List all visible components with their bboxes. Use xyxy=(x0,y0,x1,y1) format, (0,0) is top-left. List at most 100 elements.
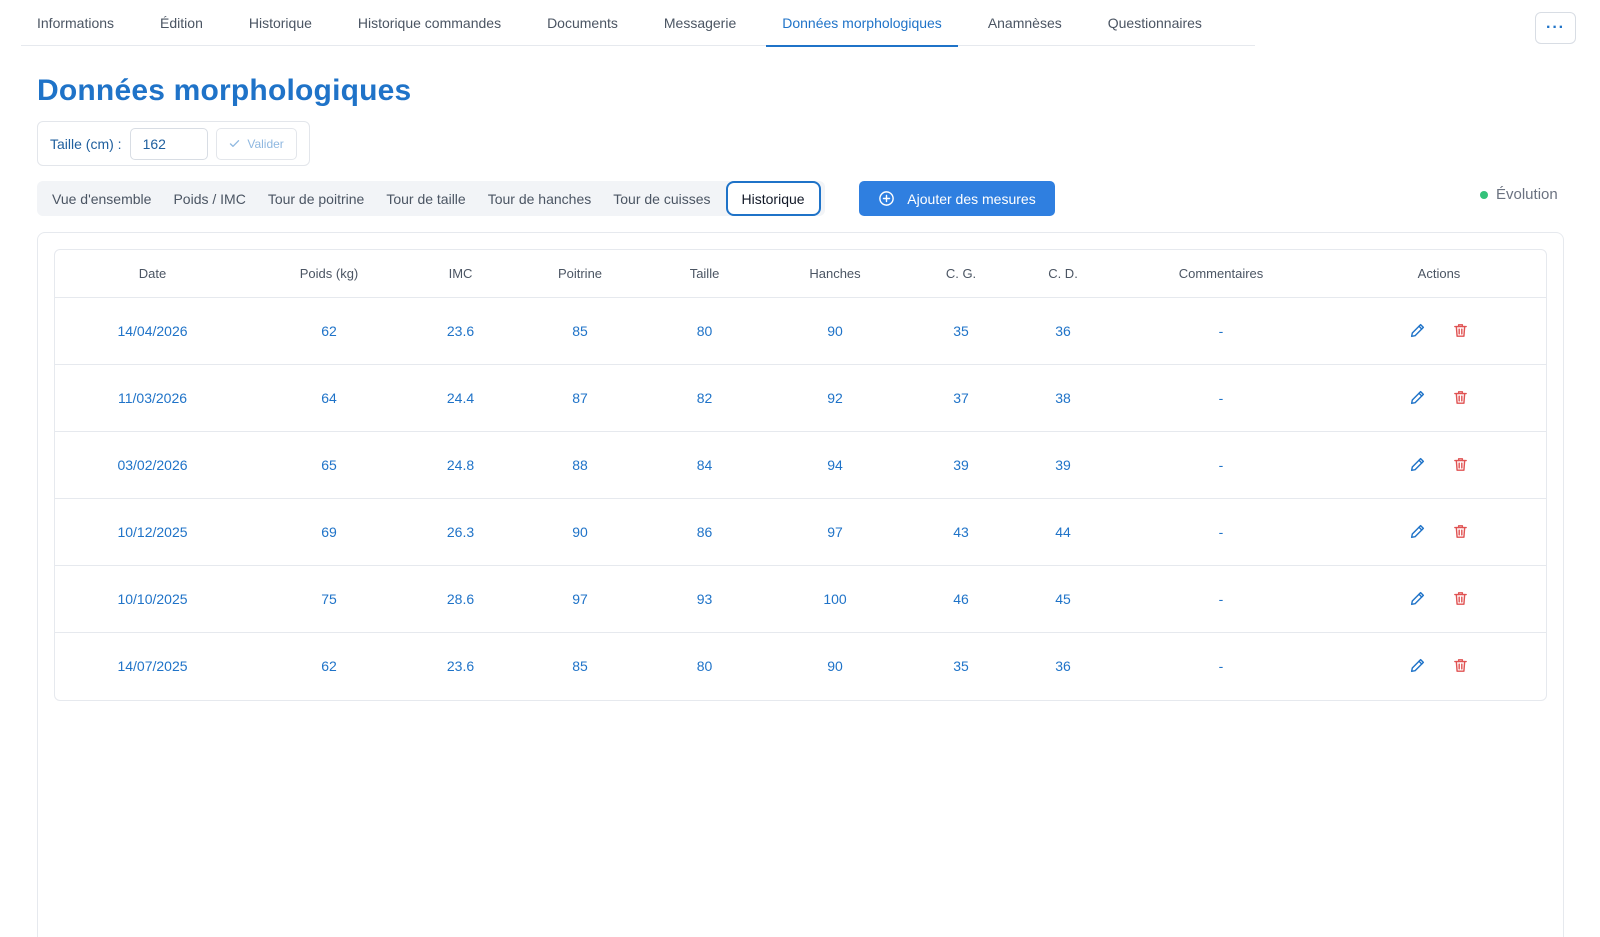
page-title: Données morphologiques xyxy=(37,74,412,107)
subtab-tour-hanches[interactable]: Tour de hanches xyxy=(477,181,603,216)
cell-cuisse-gauche: 43 xyxy=(908,498,1014,566)
cell-date: 10/12/2025 xyxy=(55,498,250,566)
cell-actions xyxy=(1330,498,1546,566)
cell-poitrine: 87 xyxy=(513,364,647,432)
table-row: 14/07/2025 62 23.6 85 80 90 35 36 - xyxy=(55,632,1546,699)
row-actions xyxy=(1330,657,1546,674)
cell-taille: 84 xyxy=(647,431,762,499)
cell-cuisse-gauche: 35 xyxy=(908,297,1014,365)
subtab-tour-poitrine[interactable]: Tour de poitrine xyxy=(257,181,376,216)
check-icon xyxy=(228,137,241,150)
table-row: 03/02/2026 65 24.8 88 84 94 39 39- xyxy=(55,431,1546,499)
subtab-vue-ensemble[interactable]: Vue d'ensemble xyxy=(41,181,162,216)
trash-icon[interactable] xyxy=(1452,456,1469,473)
subtab-tour-taille[interactable]: Tour de taille xyxy=(375,181,476,216)
cell-date: 03/02/2026 xyxy=(55,431,250,499)
validate-button[interactable]: Valider xyxy=(215,127,297,160)
cell-imc: 26.3 xyxy=(408,498,513,566)
cell-poids: 62 xyxy=(321,657,337,674)
more-options-button[interactable]: ··· xyxy=(1535,12,1576,44)
cell-date: 14/04/2026 xyxy=(55,297,250,365)
cell-cuisse-gauche: 46 xyxy=(908,565,1014,633)
header-imc: IMC xyxy=(408,250,513,298)
subtab-tour-cuisses[interactable]: Tour de cuisses xyxy=(602,181,721,216)
cell-commentaires: - xyxy=(1112,297,1330,365)
height-input[interactable] xyxy=(129,127,208,160)
cell-poids: 65 xyxy=(250,431,408,499)
tab-donnees-morphologiques[interactable]: Données morphologiques xyxy=(766,0,958,47)
history-card: Date Poids (kg) IMC Poitrine Taille Hanc… xyxy=(37,232,1564,937)
cell-date: 10/10/2025 xyxy=(55,565,250,633)
tab-questionnaires[interactable]: Questionnaires xyxy=(1092,0,1218,46)
cell-imc: 23.6 xyxy=(408,297,513,365)
row-actions xyxy=(1330,590,1546,607)
evolution-toggle[interactable]: Évolution xyxy=(1480,186,1558,203)
cell-commentaires: - xyxy=(1112,498,1330,566)
pencil-icon[interactable] xyxy=(1409,523,1426,540)
cell-cuisse-droite: 45 xyxy=(1014,565,1112,633)
pencil-icon[interactable] xyxy=(1409,657,1426,674)
cell-poitrine: 85 xyxy=(572,657,588,674)
pencil-icon[interactable] xyxy=(1409,590,1426,607)
cell-cuisse-droite: 44 xyxy=(1014,498,1112,566)
cell-taille: 80 xyxy=(696,657,713,674)
tab-messagerie[interactable]: Messagerie xyxy=(648,0,752,46)
cell-poids: 69 xyxy=(250,498,408,566)
cell-taille: 82 xyxy=(647,364,762,432)
trash-icon[interactable] xyxy=(1452,389,1469,406)
cell-imc: 28.6 xyxy=(408,565,513,633)
row-actions xyxy=(1330,456,1546,473)
cell-hanches: 94 xyxy=(762,431,908,499)
header-actions: Actions xyxy=(1330,250,1546,298)
row-actions xyxy=(1330,322,1546,339)
header-date: Date xyxy=(55,250,250,298)
header-commentaires: Commentaires xyxy=(1112,250,1330,298)
trash-icon[interactable] xyxy=(1452,322,1469,339)
subtab-poids-imc[interactable]: Poids / IMC xyxy=(162,181,256,216)
cell-hanches: 97 xyxy=(762,498,908,566)
pencil-icon[interactable] xyxy=(1409,322,1426,339)
top-tab-bar: Informations Édition Historique Historiq… xyxy=(21,0,1255,47)
add-measures-label: Ajouter des mesures xyxy=(907,190,1036,207)
tab-edition[interactable]: Édition xyxy=(144,0,219,46)
subtab-historique[interactable]: Historique xyxy=(725,181,821,216)
history-table-container: Date Poids (kg) IMC Poitrine Taille Hanc… xyxy=(54,249,1547,701)
cell-cuisse-gauche: 37 xyxy=(908,364,1014,432)
cell-taille: 93 xyxy=(647,565,762,633)
trash-icon[interactable] xyxy=(1452,523,1469,540)
header-cuisse-droite: C. D. xyxy=(1014,250,1112,298)
cell-date: 11/03/2026 xyxy=(55,364,250,432)
pencil-icon[interactable] xyxy=(1409,456,1426,473)
tab-historique-commandes[interactable]: Historique commandes xyxy=(342,0,517,46)
cell-poids: 75 xyxy=(250,565,408,633)
cell-cuisse-droite: 36 xyxy=(1055,657,1071,674)
validate-label: Valider xyxy=(247,136,284,151)
tab-documents[interactable]: Documents xyxy=(531,0,634,46)
cell-cuisse-droite: 36 xyxy=(1014,297,1112,365)
status-dot-icon xyxy=(1480,190,1488,199)
cell-poitrine: 97 xyxy=(513,565,647,633)
trash-icon[interactable] xyxy=(1452,657,1469,674)
trash-icon[interactable] xyxy=(1452,590,1469,607)
cell-hanches: 90 xyxy=(762,297,908,365)
add-measures-button[interactable]: Ajouter des mesures xyxy=(859,181,1055,216)
tab-anamneses[interactable]: Anamnèses xyxy=(972,0,1078,46)
pencil-icon[interactable] xyxy=(1409,389,1426,406)
cell-cuisse-gauche: 39 xyxy=(908,431,1014,499)
header-poitrine: Poitrine xyxy=(513,250,647,298)
tab-historique[interactable]: Historique xyxy=(233,0,328,46)
tab-informations[interactable]: Informations xyxy=(21,0,130,46)
cell-poitrine: 88 xyxy=(513,431,647,499)
cell-cuisse-droite: 38 xyxy=(1014,364,1112,432)
height-form: Taille (cm) : Valider xyxy=(37,121,310,166)
table-row: 10/10/2025 75 28.6 97 93 100 46 45- xyxy=(55,565,1546,633)
table-row: 11/03/2026 64 24.4 87 82 92 37 38- xyxy=(55,364,1546,432)
cell-hanches: 90 xyxy=(827,657,843,674)
cell-cuisse-gauche: 35 xyxy=(953,657,969,674)
cell-poids: 62 xyxy=(250,297,408,365)
cell-actions xyxy=(1330,431,1546,499)
history-table: Date Poids (kg) IMC Poitrine Taille Hanc… xyxy=(55,250,1546,699)
cell-hanches: 92 xyxy=(762,364,908,432)
cell-actions xyxy=(1330,364,1546,432)
row-actions xyxy=(1330,389,1546,406)
